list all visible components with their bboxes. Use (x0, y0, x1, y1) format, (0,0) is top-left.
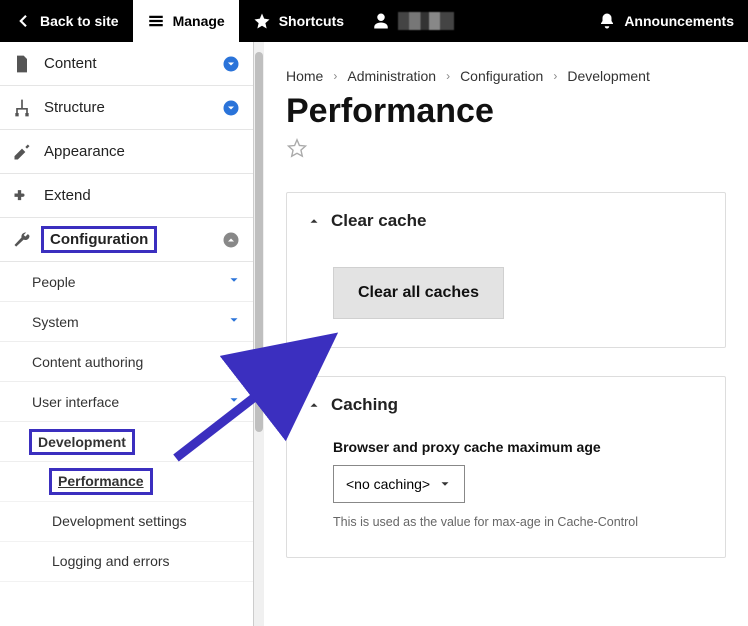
hamburger-icon (147, 12, 165, 30)
caret-down-icon (227, 353, 241, 370)
cache-max-age-select[interactable]: <no caching> (333, 465, 465, 503)
panel-toggle-clear-cache[interactable]: Clear cache (307, 211, 705, 231)
caret-down-icon (227, 393, 241, 410)
sidebar-item-structure[interactable]: Structure (0, 86, 253, 130)
user-icon (372, 12, 390, 30)
sidebar-scrollbar[interactable] (254, 42, 264, 626)
shortcuts-button[interactable]: Shortcuts (239, 0, 358, 42)
toolbar-spacer (468, 0, 584, 42)
chevron-up-icon (221, 230, 241, 250)
sidebar-item-extend[interactable]: Extend (0, 174, 253, 218)
cache-max-age-label: Browser and proxy cache maximum age (333, 439, 705, 455)
star-icon (253, 12, 271, 30)
chevron-right-icon: › (553, 69, 557, 83)
manage-button[interactable]: Manage (133, 0, 239, 42)
file-icon (12, 54, 32, 74)
admin-sidebar: Content Structure Appearance Extend Conf… (0, 42, 254, 626)
sidebar-label: Configuration (44, 229, 209, 250)
chevron-right-icon: › (333, 69, 337, 83)
sidebar-item-system[interactable]: System (0, 302, 253, 342)
wrench-icon (12, 230, 32, 250)
chevron-down-icon (438, 477, 452, 491)
breadcrumb-development[interactable]: Development (567, 68, 650, 84)
sidebar-label: Content authoring (32, 354, 227, 370)
sidebar-label: Logging and errors (52, 553, 170, 570)
sidebar-item-dev-settings[interactable]: Development settings (0, 502, 253, 542)
announcements-button[interactable]: Announcements (584, 0, 748, 42)
breadcrumb-configuration[interactable]: Configuration (460, 68, 543, 84)
breadcrumb-administration[interactable]: Administration (347, 68, 436, 84)
sidebar-label: User interface (32, 394, 227, 410)
sidebar-item-development[interactable]: Development (0, 422, 253, 462)
sidebar-label: Performance (52, 471, 150, 492)
main-content: Home › Administration › Configuration › … (264, 42, 748, 626)
clear-all-caches-button[interactable]: Clear all caches (333, 267, 504, 319)
cache-max-age-help: This is used as the value for max-age in… (333, 515, 705, 529)
caret-down-icon (227, 313, 241, 330)
sidebar-item-performance[interactable]: Performance (0, 462, 253, 502)
sidebar-item-people[interactable]: People (0, 262, 253, 302)
sidebar-item-user-interface[interactable]: User interface (0, 382, 253, 422)
bell-icon (598, 12, 616, 30)
select-value: <no caching> (346, 476, 430, 492)
sidebar-label: Development (32, 432, 241, 452)
sidebar-label: Extend (44, 187, 241, 204)
scrollbar-thumb[interactable] (255, 52, 263, 432)
sidebar-label: Development settings (52, 513, 187, 530)
chevron-down-icon (221, 98, 241, 118)
sidebar-item-logging[interactable]: Logging and errors (0, 542, 253, 582)
panel-title: Caching (331, 395, 398, 415)
sidebar-label: System (32, 314, 227, 330)
sidebar-item-configuration[interactable]: Configuration (0, 218, 253, 262)
sidebar-item-content-authoring[interactable]: Content authoring (0, 342, 253, 382)
user-menu-button[interactable] (358, 0, 468, 42)
panel-title: Clear cache (331, 211, 426, 231)
sidebar-label: Structure (44, 99, 209, 116)
user-name-redacted (398, 12, 454, 30)
manage-label: Manage (173, 13, 225, 29)
sidebar-label: Content (44, 55, 209, 72)
favorite-star-button[interactable] (286, 137, 726, 164)
back-to-site-label: Back to site (40, 13, 119, 29)
body-row: Content Structure Appearance Extend Conf… (0, 42, 748, 626)
sidebar-label: Appearance (44, 143, 241, 160)
back-to-site-button[interactable]: Back to site (0, 0, 133, 42)
arrow-left-icon (14, 12, 32, 30)
chevron-up-icon (307, 398, 321, 412)
shortcuts-label: Shortcuts (279, 13, 344, 29)
chevron-right-icon: › (446, 69, 450, 83)
breadcrumb: Home › Administration › Configuration › … (286, 68, 726, 84)
chevron-down-icon (221, 54, 241, 74)
announcements-label: Announcements (624, 13, 734, 29)
paint-icon (12, 142, 32, 162)
panel-caching: Caching Browser and proxy cache maximum … (286, 376, 726, 558)
admin-toolbar: Back to site Manage Shortcuts Announceme… (0, 0, 748, 42)
panel-toggle-caching[interactable]: Caching (307, 395, 705, 415)
puzzle-icon (12, 186, 32, 206)
hierarchy-icon (12, 98, 32, 118)
caret-down-icon (227, 273, 241, 290)
sidebar-item-appearance[interactable]: Appearance (0, 130, 253, 174)
breadcrumb-home[interactable]: Home (286, 68, 323, 84)
panel-clear-cache: Clear cache Clear all caches (286, 192, 726, 348)
page-title: Performance (286, 92, 726, 131)
chevron-up-icon (307, 214, 321, 228)
sidebar-item-content[interactable]: Content (0, 42, 253, 86)
sidebar-label: People (32, 274, 227, 290)
